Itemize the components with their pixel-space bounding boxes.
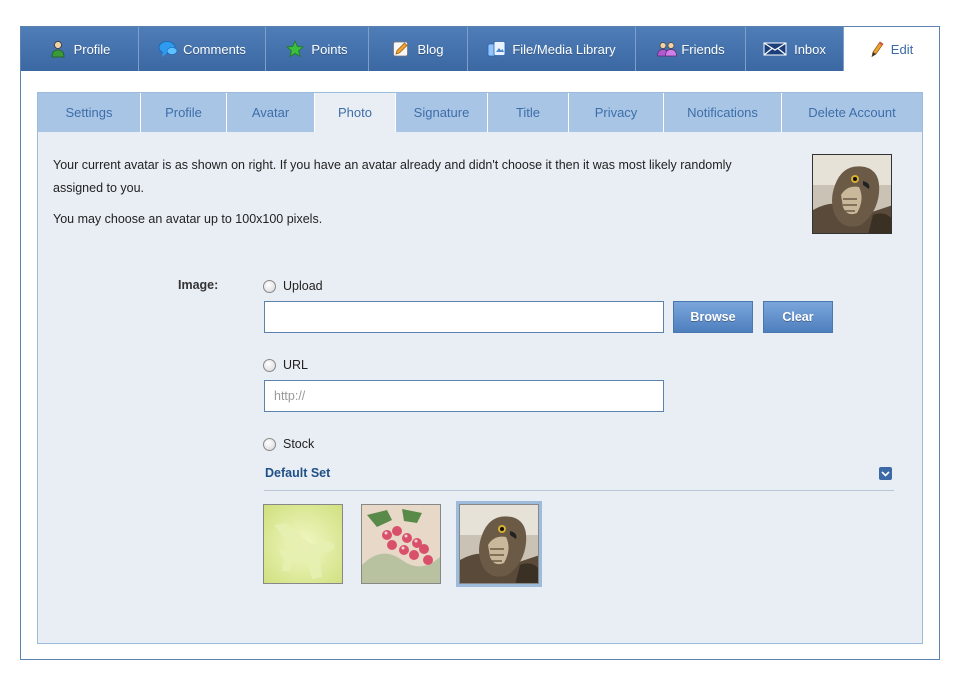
subtab-title[interactable]: Title — [488, 93, 569, 132]
avatar-intro: Your current avatar is as shown on right… — [53, 154, 753, 231]
tab-friends[interactable]: Friends — [636, 27, 746, 71]
subtab-notifications[interactable]: Notifications — [664, 93, 782, 132]
hawk-image — [813, 155, 891, 233]
profile-editor-window: Profile Comments Points Blog File/Media … — [20, 26, 940, 660]
size-limit-text: You may choose an avatar up to 100x100 p… — [53, 212, 323, 226]
media-library-icon — [487, 40, 506, 58]
url-radio[interactable] — [263, 358, 276, 372]
upload-label: Upload — [283, 279, 323, 293]
image-label: Image: — [178, 278, 219, 292]
stock-thumbnails — [263, 501, 557, 587]
tab-blog[interactable]: Blog — [369, 27, 468, 71]
user-icon — [49, 40, 67, 58]
stock-set-header: Default Set — [264, 459, 894, 491]
current-avatar — [812, 154, 892, 234]
speech-bubble-icon — [158, 40, 178, 58]
berries-thumbnail[interactable] — [361, 504, 441, 584]
envelope-icon — [763, 40, 787, 58]
subtab-settings[interactable]: Settings — [38, 93, 141, 132]
tab-label: Blog — [417, 41, 444, 57]
tab-points[interactable]: Points — [266, 27, 369, 71]
tab-label: Comments — [183, 41, 246, 57]
subtab-privacy[interactable]: Privacy — [569, 93, 664, 132]
stock-label: Stock — [283, 437, 315, 451]
tab-comments[interactable]: Comments — [139, 27, 266, 71]
subtab-photo[interactable]: Photo — [315, 93, 396, 132]
upload-file-input[interactable] — [264, 301, 664, 333]
stock-set-title: Default Set — [265, 466, 331, 480]
url-option[interactable]: URL — [263, 358, 308, 372]
subtab-avatar[interactable]: Avatar — [227, 93, 315, 132]
airplane-thumbnail[interactable] — [263, 504, 343, 584]
edit-panel: Settings Profile Avatar Photo Signature … — [37, 92, 923, 644]
hawk-thumbnail[interactable] — [456, 501, 542, 587]
tab-file-media-library[interactable]: File/Media Library — [468, 27, 636, 71]
clear-button[interactable]: Clear — [763, 301, 833, 333]
url-label: URL — [283, 358, 309, 372]
intro-text: Your current avatar is as shown on right… — [53, 158, 732, 195]
stock-radio[interactable] — [263, 437, 276, 451]
tab-inbox[interactable]: Inbox — [746, 27, 844, 71]
tab-edit[interactable]: Edit — [844, 27, 939, 71]
tab-label: Profile — [73, 41, 111, 57]
upload-radio[interactable] — [263, 279, 276, 293]
tab-label: Inbox — [794, 41, 826, 57]
edit-pencil-icon — [870, 40, 884, 58]
chevron-down-icon[interactable] — [879, 467, 892, 480]
friends-icon — [656, 40, 678, 58]
subtab-signature[interactable]: Signature — [396, 93, 488, 132]
tab-label: File/Media Library — [512, 41, 616, 57]
stock-option[interactable]: Stock — [263, 437, 314, 451]
main-tab-bar: Profile Comments Points Blog File/Media … — [21, 27, 939, 71]
browse-button[interactable]: Browse — [673, 301, 753, 333]
tab-label: Points — [311, 41, 348, 57]
tab-label: Friends — [681, 41, 725, 57]
tab-label: Edit — [890, 41, 914, 57]
upload-option[interactable]: Upload — [263, 279, 323, 293]
subtab-delete-account[interactable]: Delete Account — [782, 93, 922, 132]
tab-profile[interactable]: Profile — [21, 27, 139, 71]
subtab-profile[interactable]: Profile — [141, 93, 227, 132]
url-input[interactable] — [264, 380, 664, 412]
sub-tab-bar: Settings Profile Avatar Photo Signature … — [38, 93, 922, 132]
star-icon — [286, 39, 305, 58]
pencil-note-icon — [392, 40, 410, 58]
